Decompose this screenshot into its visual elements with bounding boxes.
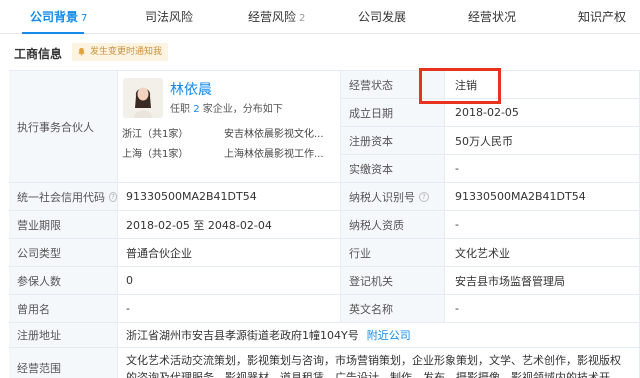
registration-authority-label: 登记机关	[341, 267, 445, 295]
tab-operating-risk[interactable]: 经营风险 2	[248, 0, 305, 34]
status-label-text: 经营状态	[349, 78, 393, 92]
partner-label-text: 执行事务合伙人	[17, 120, 94, 134]
partner-company-count[interactable]: 2	[193, 104, 199, 115]
tab-count: 7	[81, 13, 88, 24]
address-text: 浙江省湖州市安吉县孝源街道老政府1幢104Y号	[126, 329, 359, 342]
section-title: 工商信息	[14, 47, 63, 61]
registered-capital-label-text: 注册资本	[349, 134, 393, 148]
company-type-label-text: 公司类型	[17, 246, 61, 260]
tab-intellectual-property[interactable]: 知识产权	[578, 0, 629, 34]
address-label: 注册地址	[9, 323, 118, 348]
partner-company-link[interactable]: 安吉林依晨影视文化...	[224, 125, 324, 140]
avatar[interactable]	[123, 78, 163, 118]
insured-count-label: 参保人数	[9, 267, 118, 295]
tab-company-background[interactable]: 公司背景 7	[30, 0, 87, 34]
help-circle-icon[interactable]: ?	[109, 191, 117, 202]
industry-label-text: 行业	[349, 246, 371, 260]
business-term-value: 2018-02-05 至 2048-02-04	[118, 211, 341, 239]
tab-count: 2	[299, 13, 306, 24]
tab-operating-status[interactable]: 经营状况	[468, 0, 519, 34]
help-circle-icon[interactable]: ?	[419, 191, 429, 202]
taxpayer-qualification-value: -	[445, 211, 640, 239]
industry-value: 文化艺术业	[445, 239, 640, 267]
credit-code-value: 91330500MA2B41DT54	[118, 183, 341, 211]
partner-region-shanghai: 上海（共1家）	[122, 149, 189, 160]
taxpayer-qualification-label: 纳税人资质	[341, 211, 445, 239]
company-type-value: 普通合伙企业	[118, 239, 341, 267]
address-label-text: 注册地址	[17, 329, 61, 342]
credit-code-label-text: 统一社会信用代码	[17, 190, 105, 204]
tab-label: 公司背景	[30, 10, 79, 24]
partner-company-link[interactable]: 上海林依晨影视工作...	[224, 145, 324, 160]
business-term-label-text: 营业期限	[17, 218, 61, 232]
partner-label: 执行事务合伙人	[9, 71, 118, 183]
partner-meta-suffix: 家企业，分布如下	[202, 104, 283, 115]
tab-label: 司法风险	[145, 10, 194, 24]
industry-label: 行业	[341, 239, 445, 267]
nearby-companies-link[interactable]: 附近公司	[367, 327, 411, 343]
business-term-label: 营业期限	[9, 211, 118, 239]
registration-authority-label-text: 登记机关	[349, 274, 393, 288]
former-name-label-text: 曾用名	[17, 302, 50, 316]
tab-label: 知识产权	[578, 10, 627, 24]
english-name-value: -	[445, 295, 640, 323]
paid-capital-value: -	[445, 155, 640, 183]
founded-date-label-text: 成立日期	[349, 106, 393, 120]
taxpayer-id-label-text: 纳税人识别号	[349, 190, 415, 204]
english-name-label: 英文名称	[341, 295, 445, 323]
taxpayer-qualification-label-text: 纳税人资质	[349, 218, 404, 232]
credit-code-label: 统一社会信用代码?	[9, 183, 118, 211]
business-scope-label-text: 经营范围	[17, 361, 61, 375]
registration-authority-value: 安吉县市场监督管理局	[445, 267, 640, 295]
insured-count-value: 0	[118, 267, 341, 295]
paid-capital-label-text: 实缴资本	[349, 162, 393, 176]
former-name-value: -	[118, 295, 341, 323]
former-name-label: 曾用名	[9, 295, 118, 323]
insured-count-label-text: 参保人数	[17, 274, 61, 288]
registered-capital-label: 注册资本	[341, 127, 445, 155]
tab-label: 公司发展	[358, 10, 407, 24]
partner-name-link[interactable]: 林依晨	[170, 79, 212, 99]
tab-bar: 公司背景 7 司法风险 经营风险 2 公司发展 经营状况 知识产权	[0, 0, 640, 34]
business-info-table: 执行事务合伙人 林依晨 任职 2 家企业，分布如下 浙江（共1家） 安吉林依晨影…	[9, 70, 640, 378]
partner-meta: 任职 2 家企业，分布如下	[170, 100, 283, 115]
taxpayer-id-label: 纳税人识别号?	[341, 183, 445, 211]
partner-meta-prefix: 任职	[170, 104, 190, 115]
address-value: 浙江省湖州市安吉县孝源街道老政府1幢104Y号 附近公司	[118, 323, 640, 348]
business-scope-value: 文化艺术活动交流策划，影视策划与咨询，市场营销策划，企业形象策划，文学、艺术创作…	[118, 348, 640, 378]
english-name-label-text: 英文名称	[349, 302, 393, 316]
tab-judicial-risk[interactable]: 司法风险	[145, 0, 196, 34]
bell-icon	[78, 47, 85, 56]
section-header: 工商信息 发生变更时通知我	[0, 34, 640, 70]
tab-label: 经营风险	[248, 10, 297, 24]
change-notify-button[interactable]: 发生变更时通知我	[72, 43, 169, 61]
tab-label: 经营状况	[468, 10, 517, 24]
tab-company-development[interactable]: 公司发展	[358, 0, 409, 34]
registered-capital-value: 50万人民币	[445, 127, 640, 155]
partner-region-zhejiang: 浙江（共1家）	[122, 129, 189, 140]
notice-label: 发生变更时通知我	[90, 47, 163, 57]
status-highlight-box	[419, 68, 501, 104]
partner-cell: 林依晨 任职 2 家企业，分布如下 浙江（共1家） 安吉林依晨影视文化... 上…	[118, 71, 341, 183]
avatar-image	[123, 78, 163, 118]
paid-capital-label: 实缴资本	[341, 155, 445, 183]
business-scope-label: 经营范围	[9, 348, 118, 378]
company-type-label: 公司类型	[9, 239, 118, 267]
taxpayer-id-value: 91330500MA2B41DT54	[445, 183, 640, 211]
